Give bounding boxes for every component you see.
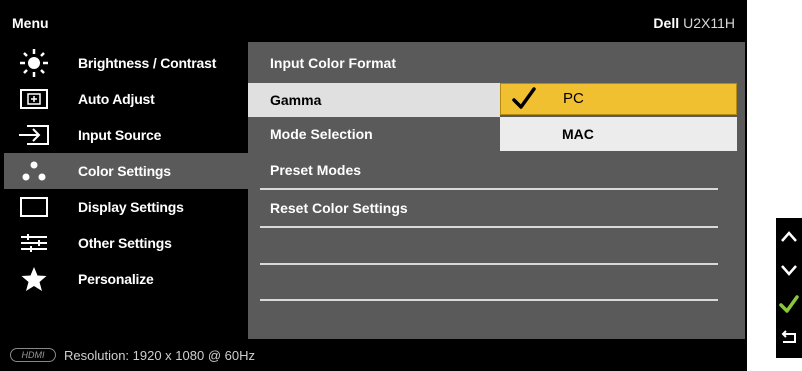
title-bar: Menu Dell U2X11H	[4, 4, 745, 42]
back-icon[interactable]	[776, 322, 802, 354]
sidebar-item-color-settings[interactable]: Color Settings	[4, 153, 248, 189]
submenu-item-input-color-format[interactable]: Input Color Format	[248, 46, 745, 80]
brand-name: Dell	[653, 15, 680, 31]
sidebar-item-label: Personalize	[78, 271, 154, 287]
sidebar-item-personalize[interactable]: Personalize	[4, 261, 248, 297]
down-arrow-icon[interactable]	[776, 254, 802, 286]
submenu-item-preset-modes[interactable]: Preset Modes	[248, 153, 718, 187]
auto-adjust-icon	[4, 81, 64, 117]
menu-title: Menu	[12, 15, 49, 31]
model-name: U2X11H	[683, 15, 735, 31]
sidebar-item-label: Color Settings	[78, 163, 171, 179]
sidebar-item-label: Display Settings	[78, 199, 184, 215]
sidebar-item-input-source[interactable]: Input Source	[4, 117, 248, 153]
option-pc[interactable]: PC	[500, 83, 737, 115]
sidebar-item-other-settings[interactable]: Other Settings	[4, 225, 248, 261]
sidebar-item-label: Other Settings	[78, 235, 172, 251]
sidebar-item-label: Auto Adjust	[78, 91, 155, 107]
sidebar-item-label: Input Source	[78, 127, 162, 143]
divider	[260, 226, 718, 228]
other-settings-icon	[4, 225, 64, 261]
navigation-keys	[776, 218, 802, 358]
divider	[260, 263, 718, 265]
display-settings-icon	[4, 189, 64, 225]
divider	[260, 299, 718, 301]
check-icon[interactable]	[776, 288, 802, 320]
brightness-icon	[4, 45, 64, 81]
sidebar-item-brightness-contrast[interactable]: Brightness / Contrast	[4, 45, 248, 81]
sidebar-item-auto-adjust[interactable]: Auto Adjust	[4, 81, 248, 117]
submenu-panel: Input Color Format Gamma Mode Selection …	[248, 42, 745, 339]
status-bar: HDMI Resolution: 1920 x 1080 @ 60Hz	[4, 339, 745, 371]
submenu-item-reset-color-settings[interactable]: Reset Color Settings	[248, 191, 718, 225]
color-settings-icon	[4, 153, 64, 189]
input-source-icon	[4, 117, 64, 153]
submenu-item-mode-selection[interactable]: Mode Selection	[248, 117, 500, 151]
osd-menu: Menu Dell U2X11H Brightness / Contrast A…	[0, 0, 747, 371]
divider	[260, 188, 718, 190]
sidebar-item-display-settings[interactable]: Display Settings	[4, 189, 248, 225]
resolution-text: Resolution: 1920 x 1080 @ 60Hz	[64, 348, 255, 363]
hdmi-icon: HDMI	[10, 348, 56, 362]
brand-model: Dell U2X11H	[653, 15, 735, 31]
option-mac-label: MAC	[562, 126, 594, 142]
sidebar-item-label: Brightness / Contrast	[78, 55, 217, 71]
sidebar: Brightness / Contrast Auto Adjust Input …	[4, 42, 248, 339]
option-pc-label: PC	[563, 90, 584, 107]
check-icon	[511, 86, 537, 117]
submenu-item-gamma[interactable]: Gamma	[248, 83, 500, 117]
option-mac[interactable]: MAC	[500, 117, 737, 151]
up-arrow-icon[interactable]	[776, 220, 802, 252]
star-icon	[4, 261, 64, 297]
